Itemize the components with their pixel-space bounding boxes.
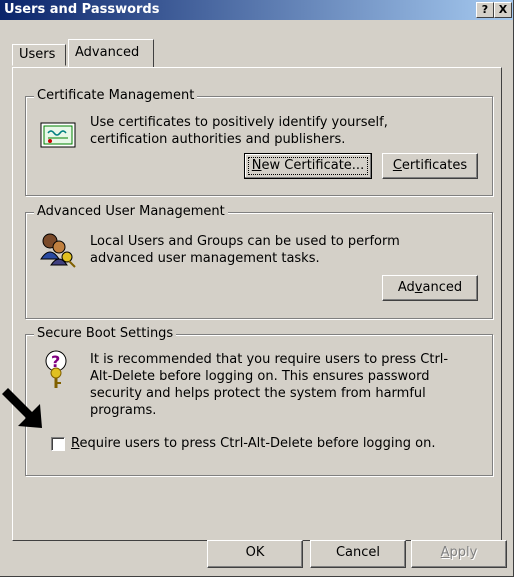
apply-button[interactable]: Apply	[411, 540, 507, 568]
require-ctrl-alt-delete-checkbox[interactable]	[51, 437, 65, 451]
require-label-rest: equire users to press Ctrl-Alt-Delete be…	[79, 436, 436, 451]
new-certificate-button[interactable]: New Certificate...	[244, 153, 372, 179]
secure-boot-settings-group: Secure Boot Settings ? It is recommended…	[25, 326, 493, 476]
advanced-button[interactable]: Advanced	[382, 275, 478, 301]
certificate-management-legend: Certificate Management	[34, 88, 198, 103]
certificates-button[interactable]: Certificates	[382, 153, 478, 179]
cancel-button[interactable]: Cancel	[310, 540, 406, 568]
advanced-user-management-description: Local Users and Groups can be used to pe…	[90, 234, 400, 266]
new-certificate-accel: N	[251, 158, 262, 173]
certificates-accel: C	[392, 158, 402, 173]
advanced-label-post: anced	[422, 280, 463, 295]
users-and-passwords-dialog: Users and Passwords ? X Users Advanced C…	[0, 0, 514, 577]
certificate-management-group: Certificate Management Use certificates …	[25, 88, 493, 196]
users-keys-icon	[40, 233, 76, 268]
certificate-description: Use certificates to positively identify …	[90, 115, 388, 147]
secure-boot-description: It is recommended that you require users…	[90, 352, 449, 418]
pointer-arrow-icon	[2, 388, 42, 428]
key-question-icon: ?	[45, 350, 67, 388]
new-certificate-label: ew Certificate...	[261, 158, 365, 173]
advanced-user-management-legend: Advanced User Management	[34, 204, 228, 219]
cancel-label: Cancel	[335, 545, 381, 560]
advanced-accel: v	[414, 280, 423, 295]
require-ctrl-alt-delete-label[interactable]: Require users to press Ctrl-Alt-Delete b…	[71, 435, 435, 452]
title-bar[interactable]: Users and Passwords ? X	[0, 0, 513, 20]
certificate-icon	[40, 122, 76, 148]
apply-accel: A	[440, 545, 450, 560]
apply-label: pply	[449, 545, 478, 560]
ok-button[interactable]: OK	[207, 540, 303, 568]
window-title: Users and Passwords	[4, 2, 160, 17]
close-button[interactable]: X	[494, 2, 512, 18]
tab-users[interactable]: Users	[12, 44, 66, 66]
advanced-label-pre: Ad	[397, 280, 415, 295]
certificates-label: ertificates	[401, 158, 468, 173]
tab-advanced[interactable]: Advanced	[68, 39, 154, 67]
advanced-user-management-group: Advanced User Management Local Users and…	[25, 204, 493, 319]
help-button[interactable]: ?	[476, 2, 494, 18]
secure-boot-settings-legend: Secure Boot Settings	[34, 326, 177, 341]
